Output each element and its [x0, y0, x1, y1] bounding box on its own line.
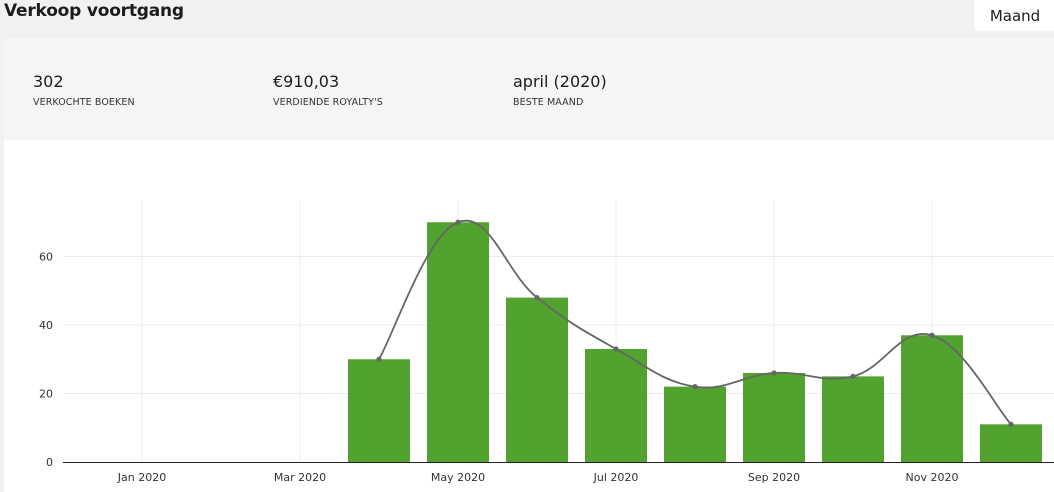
- stat-value: €910,03: [273, 72, 340, 91]
- data-point: [613, 346, 619, 352]
- data-point: [534, 295, 540, 301]
- stat-best-month: april (2020) BESTE MAAND: [513, 72, 607, 108]
- stat-label: VERDIENDE ROYALTY'S: [273, 97, 383, 108]
- header: Verkoop voortgang Maand: [0, 0, 1054, 36]
- bar: [506, 297, 568, 462]
- bar: [901, 335, 963, 462]
- period-select-button[interactable]: Maand: [974, 0, 1054, 31]
- data-point: [1008, 421, 1014, 427]
- data-point: [771, 370, 777, 376]
- bar: [348, 359, 410, 462]
- bar: [585, 348, 647, 462]
- stat-value: 302: [33, 72, 64, 91]
- data-point: [929, 332, 935, 338]
- data-point: [376, 356, 382, 362]
- bar: [743, 372, 805, 462]
- bar: [980, 424, 1042, 462]
- bar: [822, 376, 884, 462]
- stat-royalties-earned: €910,03 VERDIENDE ROYALTY'S: [273, 72, 383, 108]
- data-point: [692, 384, 698, 390]
- data-point: [455, 219, 461, 225]
- stat-label: VERKOCHTE BOEKEN: [33, 97, 135, 108]
- stat-books-sold: 302 VERKOCHTE BOEKEN: [33, 72, 135, 108]
- data-point: [850, 373, 856, 379]
- stats-panel: 302 VERKOCHTE BOEKEN €910,03 VERDIENDE R…: [4, 38, 1054, 140]
- bar: [664, 386, 726, 462]
- page-title: Verkoop voortgang: [4, 1, 184, 21]
- stat-label: BESTE MAAND: [513, 97, 584, 108]
- bar: [427, 222, 489, 462]
- stat-value: april (2020): [513, 72, 607, 91]
